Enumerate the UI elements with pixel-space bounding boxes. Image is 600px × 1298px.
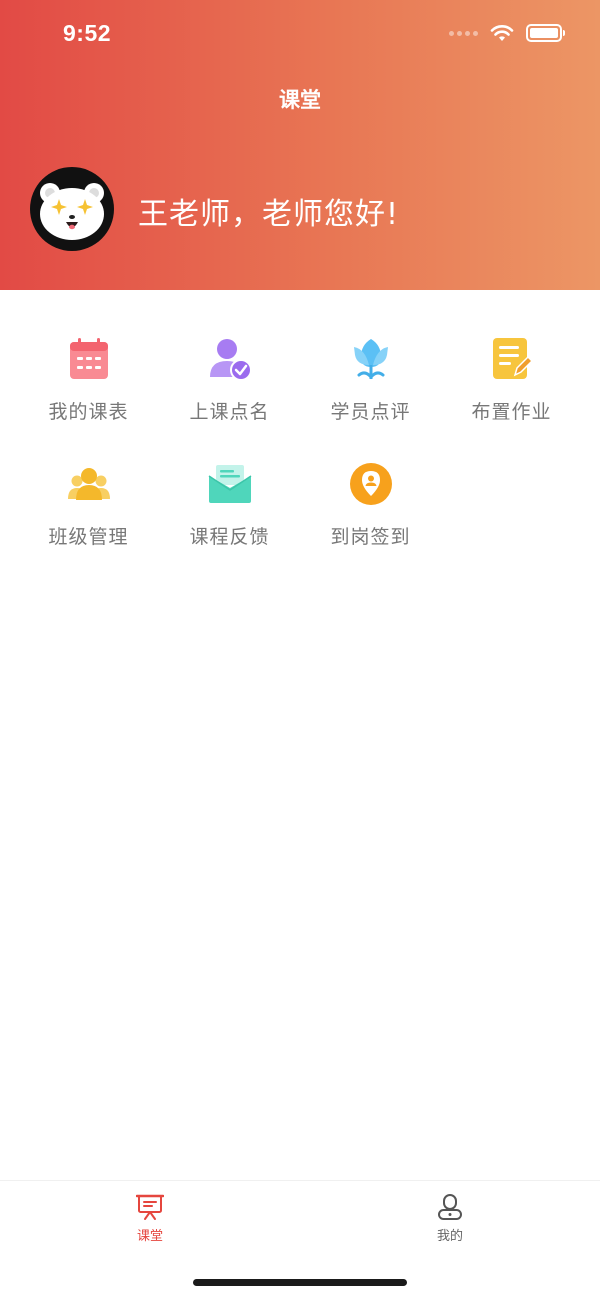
- menu-item-label: 我的课表: [48, 401, 129, 423]
- signal-icon: [449, 30, 478, 36]
- menu-item-label: 学员点评: [330, 401, 411, 423]
- profile-icon: [438, 1194, 462, 1220]
- tab-mine[interactable]: 我的: [410, 1193, 490, 1244]
- tab-classroom[interactable]: 课堂: [110, 1193, 190, 1244]
- menu-item-assign-homework[interactable]: 布置作业: [441, 335, 582, 427]
- classroom-icon: [136, 1194, 164, 1220]
- bear-avatar-icon: [40, 183, 104, 240]
- menu-item-label: 上课点名: [189, 401, 270, 423]
- status-icons: [449, 24, 565, 42]
- menu-item-label: 到岗签到: [330, 526, 411, 548]
- wifi-icon: [490, 25, 514, 41]
- function-grid: 我的课表 上课点名 学员点评 布置作业 班级管理 课程反馈 到岗签到: [0, 335, 600, 552]
- menu-item-label: 布置作业: [471, 401, 552, 423]
- menu-item-check-in[interactable]: 到岗签到: [300, 460, 441, 552]
- greeting-text: 王老师，老师您好!: [138, 197, 400, 232]
- menu-item-roll-call[interactable]: 上课点名: [159, 335, 300, 427]
- check-in-location-icon: [347, 460, 395, 508]
- home-indicator: [193, 1279, 407, 1286]
- menu-item-my-schedule[interactable]: 我的课表: [18, 335, 159, 427]
- menu-item-course-feedback[interactable]: 课程反馈: [159, 460, 300, 552]
- page-title: 课堂: [279, 88, 321, 112]
- menu-item-label: 课程反馈: [189, 526, 270, 548]
- menu-item-class-management[interactable]: 班级管理: [18, 460, 159, 552]
- battery-icon: [526, 24, 565, 42]
- tulip-icon: [347, 335, 395, 383]
- avatar[interactable]: [30, 167, 114, 251]
- menu-item-label: 班级管理: [48, 526, 129, 548]
- status-time: 9:52: [63, 20, 112, 46]
- menu-item-student-review[interactable]: 学员点评: [300, 335, 441, 427]
- tab-label: 课堂: [136, 1229, 163, 1244]
- homework-icon: [488, 335, 536, 383]
- tab-label: 我的: [436, 1229, 463, 1244]
- class-group-icon: [65, 460, 113, 508]
- roll-call-icon: [206, 335, 254, 383]
- calendar-icon: [65, 335, 113, 383]
- header: 9:52 课堂 王老师，老师您好!: [0, 0, 600, 290]
- feedback-envelope-icon: [206, 460, 254, 508]
